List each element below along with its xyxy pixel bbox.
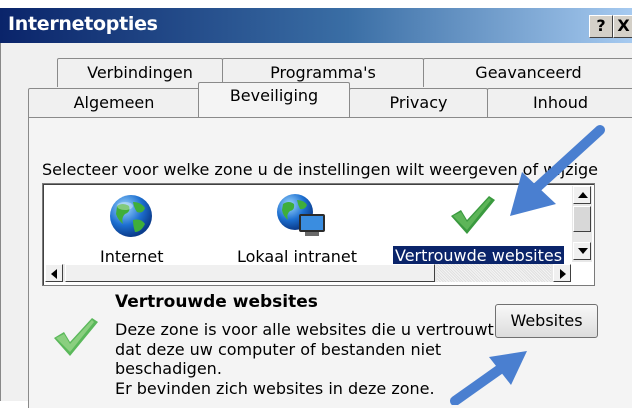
scroll-down-button[interactable]	[573, 242, 591, 260]
window-title: Internetopties	[8, 13, 158, 35]
zone-item-internet[interactable]: Internet	[83, 188, 183, 268]
tab-geavanceerd[interactable]: Geavanceerd	[423, 58, 632, 87]
annotation-arrow-icon	[450, 351, 527, 405]
scroll-right-button[interactable]	[553, 264, 571, 282]
globe-icon	[110, 195, 152, 237]
hscroll-track[interactable]	[437, 264, 551, 282]
zone-list-hscrollbar[interactable]	[45, 264, 571, 282]
checkmark-icon	[451, 196, 495, 234]
scroll-left-button[interactable]	[45, 264, 63, 282]
websites-button[interactable]: Websites	[495, 304, 598, 338]
zone-label-trusted: Vertrouwde websites	[391, 245, 566, 266]
tab-algemeen[interactable]: Algemeen	[28, 88, 200, 117]
tab-beveiliging[interactable]: Beveiliging	[198, 82, 350, 117]
close-button[interactable]: X	[613, 15, 632, 38]
help-button[interactable]: ?	[589, 15, 613, 38]
zone-item-intranet[interactable]: Lokaal intranet	[237, 188, 369, 268]
zone-description-line: dat deze uw computer of bestanden niet	[115, 340, 442, 359]
intranet-globe-icon	[277, 194, 325, 236]
checkmark-icon	[54, 318, 98, 356]
tab-privacy[interactable]: Privacy	[349, 88, 488, 117]
zone-description-line: Deze zone is voor alle websites die u ve…	[115, 320, 494, 339]
zone-title: Vertrouwde websites	[115, 292, 318, 312]
zone-description-line: Er bevinden zich websites in deze zone.	[115, 379, 435, 398]
annotation-arrow-icon	[510, 125, 605, 216]
tab-inhoud[interactable]: Inhoud	[487, 88, 632, 117]
zone-description-line: beschadigen.	[115, 359, 222, 378]
hscroll-thumb[interactable]	[65, 264, 435, 282]
